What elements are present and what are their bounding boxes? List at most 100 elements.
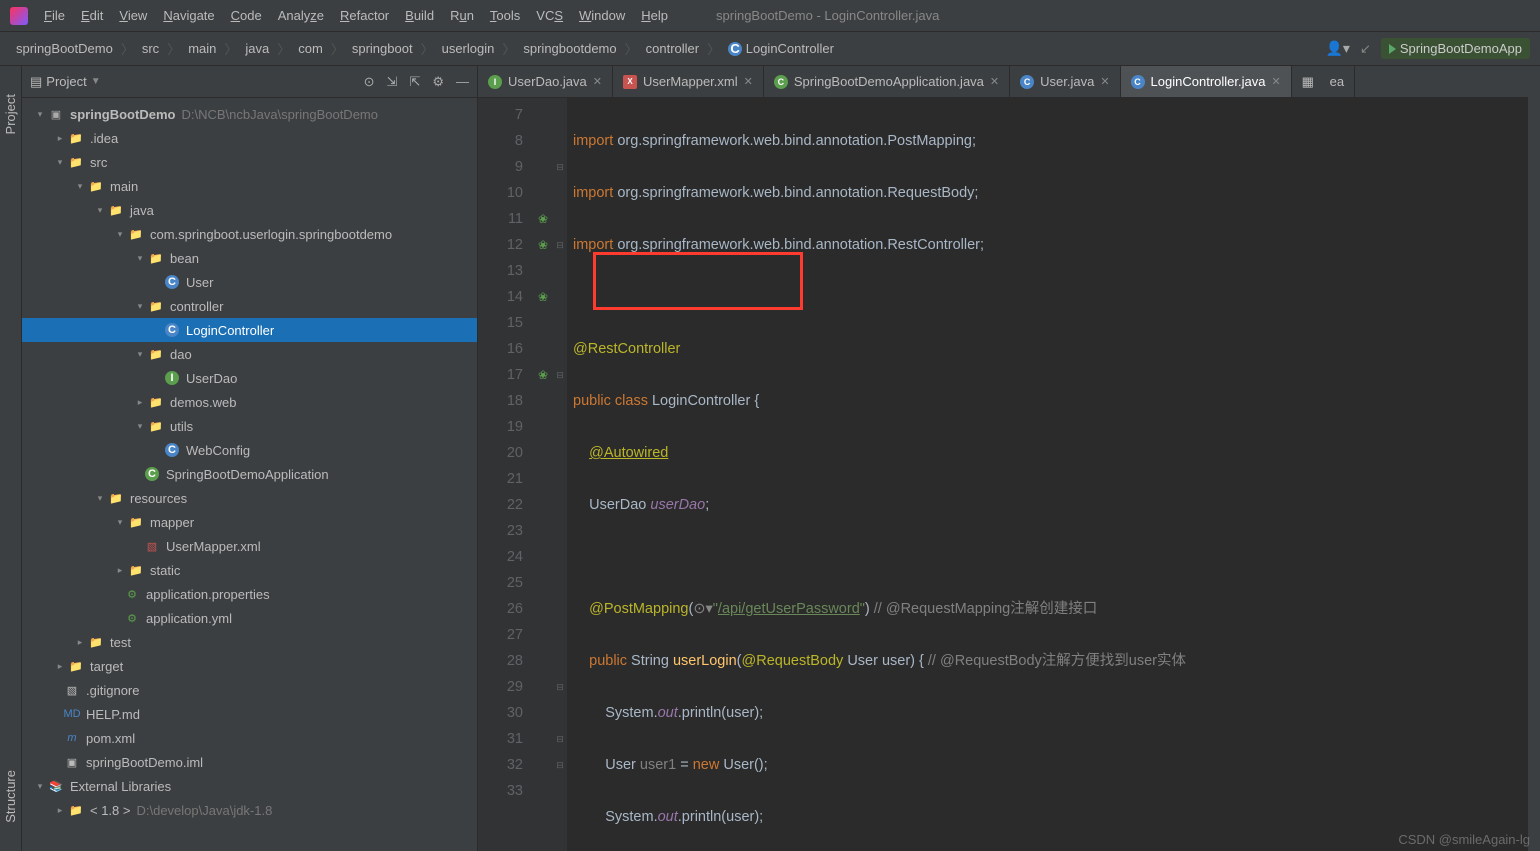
- crumb-6[interactable]: userlogin: [436, 41, 501, 56]
- tree-extlib[interactable]: ▾📚External Libraries: [22, 774, 477, 798]
- menu-vcs[interactable]: VCS: [528, 4, 571, 27]
- tree-src[interactable]: ▾📁src: [22, 150, 477, 174]
- side-tab-project[interactable]: Project: [3, 86, 18, 142]
- crumb-7[interactable]: springbootdemo: [517, 41, 622, 56]
- menu-build[interactable]: Build: [397, 4, 442, 27]
- gutter-icons: ❀ ❀ ❀ ❀: [533, 98, 553, 851]
- tree-webconfig[interactable]: CWebConfig: [22, 438, 477, 462]
- play-icon: [1389, 44, 1396, 54]
- spring-bean-icon[interactable]: ❀: [538, 232, 548, 258]
- tree-resources[interactable]: ▾📁resources: [22, 486, 477, 510]
- menu-run[interactable]: Run: [442, 4, 482, 27]
- tree-test[interactable]: ▸📁test: [22, 630, 477, 654]
- expand-icon[interactable]: ⇲: [387, 74, 398, 90]
- spring-bean-icon[interactable]: ❀: [538, 206, 548, 232]
- close-icon[interactable]: ✕: [744, 75, 753, 88]
- tab-extra[interactable]: ▦ ea: [1292, 66, 1355, 97]
- settings-icon[interactable]: ⚙: [432, 74, 444, 90]
- crumb-2[interactable]: main: [182, 41, 222, 56]
- tree-logincontroller[interactable]: CLoginController: [22, 318, 477, 342]
- class-icon: C: [1020, 75, 1034, 89]
- close-icon[interactable]: ✕: [593, 75, 602, 88]
- menu-edit[interactable]: Edit: [73, 4, 111, 27]
- tree-help[interactable]: MDHELP.md: [22, 702, 477, 726]
- menu-code[interactable]: Code: [223, 4, 270, 27]
- hide-icon[interactable]: —: [456, 74, 469, 90]
- tree-sbapp[interactable]: CSpringBootDemoApplication: [22, 462, 477, 486]
- spring-class-icon: C: [774, 75, 788, 89]
- tree-utils[interactable]: ▾📁utils: [22, 414, 477, 438]
- spring-bean-icon[interactable]: ❀: [538, 284, 548, 310]
- tree-usermapper[interactable]: ▧UserMapper.xml: [22, 534, 477, 558]
- tree-appprop[interactable]: ⚙application.properties: [22, 582, 477, 606]
- tab-userdao[interactable]: IUserDao.java✕: [478, 66, 613, 97]
- table-icon: ▦: [1302, 74, 1314, 90]
- tree-pkg[interactable]: ▾📁com.springboot.userlogin.springbootdem…: [22, 222, 477, 246]
- tree-idea[interactable]: ▸📁.idea: [22, 126, 477, 150]
- tree-pom[interactable]: mpom.xml: [22, 726, 477, 750]
- tab-sbapp[interactable]: CSpringBootDemoApplication.java✕: [764, 66, 1010, 97]
- editor-tabs: IUserDao.java✕ XUserMapper.xml✕ CSpringB…: [478, 66, 1540, 98]
- spring-class-icon: C: [145, 467, 159, 481]
- project-tree[interactable]: ▾▣springBootDemoD:\NCB\ncbJava\springBoo…: [22, 98, 477, 851]
- navbar: springBootDemo〉 src〉 main〉 java〉 com〉 sp…: [0, 32, 1540, 66]
- run-configuration[interactable]: SpringBootDemoApp: [1381, 38, 1530, 59]
- close-icon[interactable]: ✕: [1271, 75, 1280, 88]
- tree-root[interactable]: ▾▣springBootDemoD:\NCB\ncbJava\springBoo…: [22, 102, 477, 126]
- excluded-folder-icon: 📁: [68, 658, 84, 674]
- crumb-4[interactable]: com: [292, 41, 329, 56]
- tree-target[interactable]: ▸📁target: [22, 654, 477, 678]
- project-view-selector[interactable]: ▤ Project ▼: [30, 74, 101, 90]
- side-tab-structure[interactable]: Structure: [3, 762, 18, 831]
- tree-jdk[interactable]: ▸📁< 1.8 >D:\develop\Java\jdk-1.8: [22, 798, 477, 822]
- user-icon[interactable]: 👤▾: [1325, 40, 1349, 57]
- tree-bean[interactable]: ▾📁bean: [22, 246, 477, 270]
- tree-java[interactable]: ▾📁java: [22, 198, 477, 222]
- menu-view[interactable]: View: [111, 4, 155, 27]
- tab-usermapper[interactable]: XUserMapper.xml✕: [613, 66, 764, 97]
- crumb-0[interactable]: springBootDemo: [10, 41, 119, 56]
- back-icon[interactable]: ↙: [1360, 41, 1371, 57]
- md-file-icon: MD: [64, 706, 80, 722]
- class-icon: C: [165, 275, 179, 289]
- close-icon[interactable]: ✕: [990, 75, 999, 88]
- library-icon: 📚: [48, 778, 64, 794]
- menu-help[interactable]: Help: [633, 4, 676, 27]
- code-content[interactable]: import org.springframework.web.bind.anno…: [567, 98, 1540, 851]
- menu-file[interactable]: File: [36, 4, 73, 27]
- iml-file-icon: ▣: [64, 754, 80, 770]
- menu-refactor[interactable]: Refactor: [332, 4, 397, 27]
- folder-icon: 📁: [128, 514, 144, 530]
- menu-analyze[interactable]: Analyze: [270, 4, 332, 27]
- locate-icon[interactable]: ⊙: [364, 74, 375, 90]
- crumb-1[interactable]: src: [136, 41, 165, 56]
- tree-user[interactable]: CUser: [22, 270, 477, 294]
- tree-dao[interactable]: ▾📁dao: [22, 342, 477, 366]
- collapse-icon[interactable]: ⇱: [409, 74, 420, 90]
- tree-demos[interactable]: ▸📁demos.web: [22, 390, 477, 414]
- tab-user[interactable]: CUser.java✕: [1010, 66, 1120, 97]
- crumb-5[interactable]: springboot: [346, 41, 419, 56]
- spring-bean-icon[interactable]: ❀: [538, 362, 548, 388]
- crumb-8[interactable]: controller: [640, 41, 705, 56]
- code-editor[interactable]: 7891011121314151617181920212223242526272…: [478, 98, 1540, 851]
- tree-main[interactable]: ▾📁main: [22, 174, 477, 198]
- tree-gitignore[interactable]: ▧.gitignore: [22, 678, 477, 702]
- tree-static[interactable]: ▸📁static: [22, 558, 477, 582]
- scrollbar-markers[interactable]: [1528, 98, 1540, 851]
- project-panel-header: ▤ Project ▼ ⊙ ⇲ ⇱ ⚙ —: [22, 66, 477, 98]
- tree-iml[interactable]: ▣springBootDemo.iml: [22, 750, 477, 774]
- menu-navigate[interactable]: Navigate: [155, 4, 222, 27]
- tree-mapper[interactable]: ▾📁mapper: [22, 510, 477, 534]
- menu-window[interactable]: Window: [571, 4, 633, 27]
- tree-appyml[interactable]: ⚙application.yml: [22, 606, 477, 630]
- close-icon[interactable]: ✕: [1100, 75, 1109, 88]
- tree-controller[interactable]: ▾📁controller: [22, 294, 477, 318]
- editor-area: IUserDao.java✕ XUserMapper.xml✕ CSpringB…: [478, 66, 1540, 851]
- tree-userdao[interactable]: IUserDao: [22, 366, 477, 390]
- menu-tools[interactable]: Tools: [482, 4, 528, 27]
- crumb-3[interactable]: java: [239, 41, 275, 56]
- folder-icon: 📁: [88, 634, 104, 650]
- crumb-9[interactable]: C LoginController: [722, 41, 840, 56]
- tab-logincontroller[interactable]: CLoginController.java✕: [1121, 66, 1292, 97]
